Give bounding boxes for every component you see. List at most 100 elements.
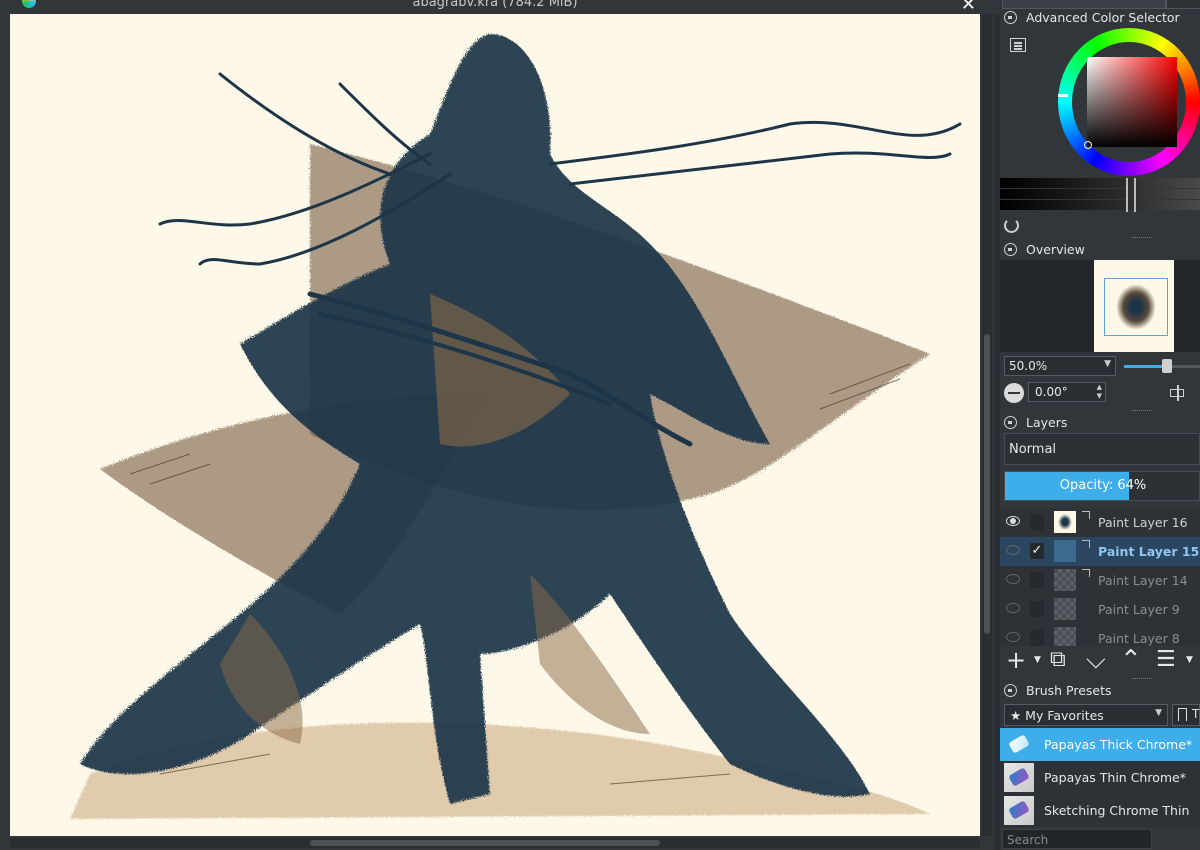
artwork-illustration bbox=[70, 34, 962, 819]
layer-row[interactable]: Paint Layer 16 bbox=[1000, 508, 1200, 537]
brush-presets-header: Brush Presets bbox=[1000, 681, 1200, 701]
brush-tag-select[interactable]: ★ My Favorites ▼ bbox=[1004, 704, 1168, 726]
spin-arrows-icon[interactable]: ▲ ▼ bbox=[1097, 383, 1102, 401]
overview-header: Overview bbox=[1000, 240, 1200, 260]
horizontal-scroll-thumb[interactable] bbox=[310, 840, 660, 846]
zoom-slider-handle[interactable] bbox=[1162, 359, 1172, 373]
layer-checkbox[interactable] bbox=[1030, 630, 1044, 646]
chevron-down-icon[interactable]: ▼ bbox=[1186, 648, 1193, 672]
layer-name: Paint Layer 9 bbox=[1098, 602, 1180, 617]
canvas-vertical-scrollbar[interactable] bbox=[982, 14, 992, 836]
color-picker-marker[interactable] bbox=[1084, 141, 1092, 149]
brush-tag-value: ★ My Favorites bbox=[1010, 708, 1104, 723]
mirror-view-icon[interactable] bbox=[1170, 385, 1186, 401]
brush-preset-list[interactable]: Papayas Thick Chrome* Papayas Thin Chrom… bbox=[1000, 728, 1200, 828]
color-selector bbox=[1000, 28, 1200, 176]
add-layer-button[interactable]: + bbox=[1006, 648, 1026, 672]
chevron-down-icon: ▼ bbox=[1155, 708, 1162, 718]
layer-row[interactable]: Paint Layer 8 bbox=[1000, 624, 1200, 646]
color-selector-title: Advanced Color Selector bbox=[1026, 10, 1180, 25]
layer-list[interactable]: Paint Layer 16 ✓ Paint Layer 15 Paint La… bbox=[1000, 508, 1200, 646]
layer-thumbnail bbox=[1054, 627, 1076, 646]
layer-row[interactable]: Paint Layer 14 bbox=[1000, 566, 1200, 595]
layer-row-selected[interactable]: ✓ Paint Layer 15 bbox=[1000, 537, 1200, 566]
zoom-value: 50.0% bbox=[1009, 359, 1048, 373]
move-layer-up-button[interactable]: ⌃ bbox=[1120, 647, 1142, 673]
close-icon[interactable]: ✕ bbox=[961, 0, 976, 15]
viewport-frame[interactable] bbox=[1104, 278, 1168, 336]
brush-name: Papayas Thick Chrome* bbox=[1044, 737, 1193, 752]
overview-thumbnail[interactable] bbox=[1094, 260, 1174, 352]
tag-button-label: T bbox=[1192, 707, 1200, 721]
settings-menu-icon[interactable] bbox=[1010, 38, 1026, 52]
blend-mode-select[interactable]: Normal bbox=[1004, 433, 1200, 465]
zoom-slider[interactable] bbox=[1124, 359, 1200, 373]
tag-button[interactable]: T bbox=[1172, 704, 1200, 726]
layer-row[interactable]: Paint Layer 9 bbox=[1000, 595, 1200, 624]
rotation-value: 0.00° bbox=[1035, 385, 1068, 399]
brush-preset-item-selected[interactable]: Papayas Thick Chrome* bbox=[1000, 728, 1200, 761]
visibility-eye-icon[interactable] bbox=[1006, 632, 1020, 642]
layers-header: Layers bbox=[1000, 413, 1200, 433]
layers-title: Layers bbox=[1026, 415, 1068, 430]
zoom-select[interactable]: 50.0% ▼ bbox=[1004, 356, 1116, 376]
lock-icon[interactable] bbox=[1004, 243, 1017, 256]
layer-link-icon bbox=[1082, 511, 1090, 519]
layer-name: Paint Layer 8 bbox=[1098, 631, 1180, 646]
layer-checkbox[interactable] bbox=[1030, 572, 1044, 588]
lock-icon[interactable] bbox=[1004, 684, 1017, 697]
hue-marker[interactable] bbox=[1058, 94, 1068, 97]
move-layer-down-button[interactable]: ⌵ bbox=[1086, 647, 1106, 673]
brush-presets-title: Brush Presets bbox=[1026, 683, 1112, 698]
visibility-eye-icon[interactable] bbox=[1006, 545, 1020, 555]
brush-search-input[interactable]: Search bbox=[1002, 829, 1152, 849]
shade-selector[interactable] bbox=[1000, 178, 1200, 212]
canvas-horizontal-scrollbar[interactable] bbox=[10, 838, 980, 848]
opacity-slider[interactable]: Opacity: 64% bbox=[1004, 471, 1200, 501]
right-dock-panel: Advanced Color Selector Overview 50.0% ▼ bbox=[1000, 0, 1200, 850]
color-history-row bbox=[1000, 214, 1200, 234]
overview-title: Overview bbox=[1026, 242, 1085, 257]
layer-checkbox[interactable] bbox=[1030, 601, 1044, 617]
layer-toolbar: + ▼ ⧉ ⌵ ⌃ ☰ ▼ bbox=[1000, 647, 1200, 674]
color-selector-header: Advanced Color Selector bbox=[1000, 8, 1200, 28]
layer-name: Paint Layer 14 bbox=[1098, 573, 1188, 588]
lock-icon[interactable] bbox=[1004, 416, 1017, 429]
bookmark-icon bbox=[1178, 708, 1187, 721]
brush-thumbnail-icon bbox=[1004, 730, 1034, 759]
layer-properties-button[interactable]: ☰ bbox=[1156, 648, 1176, 672]
refresh-icon[interactable] bbox=[1004, 218, 1019, 233]
window-title: abagrabv.kra (784.2 MiB) bbox=[412, 0, 578, 10]
chevron-down-icon: ▼ bbox=[1104, 359, 1111, 369]
rotation-input[interactable]: 0.00° ▲ ▼ bbox=[1028, 382, 1106, 402]
layer-name: Paint Layer 15 bbox=[1098, 544, 1200, 559]
brush-thumbnail-icon bbox=[1004, 763, 1034, 792]
visibility-eye-icon[interactable] bbox=[1006, 516, 1020, 526]
rotation-row: 0.00° ▲ ▼ bbox=[1000, 382, 1200, 404]
vertical-scroll-thumb[interactable] bbox=[984, 334, 990, 634]
brush-preset-item[interactable]: Sketching Chrome Thin bbox=[1000, 794, 1200, 827]
lock-icon[interactable] bbox=[1004, 11, 1017, 24]
opacity-label: Opacity: 64% bbox=[1059, 478, 1147, 493]
visibility-eye-icon[interactable] bbox=[1006, 603, 1020, 613]
brush-name: Papayas Thin Chrome* bbox=[1044, 770, 1186, 785]
shade-cursor[interactable] bbox=[1126, 178, 1136, 212]
brush-preset-item[interactable]: Papayas Thin Chrome* bbox=[1000, 761, 1200, 794]
layer-thumbnail bbox=[1054, 540, 1076, 562]
duplicate-layer-button[interactable]: ⧉ bbox=[1050, 648, 1066, 672]
visibility-eye-icon[interactable] bbox=[1006, 574, 1020, 584]
zoom-slider-fill bbox=[1124, 365, 1164, 368]
drawing-canvas[interactable] bbox=[10, 14, 980, 836]
brush-thumbnail-icon bbox=[1004, 796, 1034, 825]
rotation-dial-icon[interactable] bbox=[1004, 383, 1024, 403]
layer-link-icon bbox=[1082, 569, 1090, 577]
checkmark-icon[interactable]: ✓ bbox=[1030, 543, 1044, 559]
overview-preview[interactable] bbox=[1000, 260, 1200, 352]
chevron-down-icon[interactable]: ▼ bbox=[1034, 648, 1041, 672]
dock-tabs bbox=[1000, 0, 1200, 9]
zoom-row: 50.0% ▼ bbox=[1000, 356, 1200, 378]
layer-checkbox[interactable] bbox=[1030, 514, 1044, 530]
layer-thumbnail bbox=[1054, 569, 1076, 591]
layer-name: Paint Layer 16 bbox=[1098, 515, 1188, 530]
saturation-value-square[interactable] bbox=[1087, 57, 1177, 147]
